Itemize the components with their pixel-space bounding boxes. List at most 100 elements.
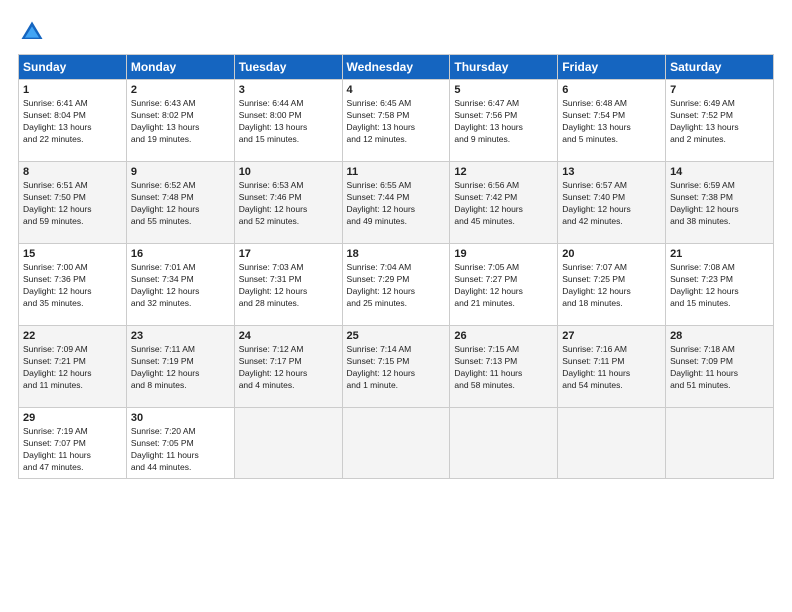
daylight-text: Daylight: 12 hours [239,368,338,380]
sunrise-text: Sunrise: 6:41 AM [23,98,122,110]
calendar-cell [558,408,666,479]
day-number: 1 [23,84,122,96]
daylight-text: Daylight: 12 hours [239,204,338,216]
sunset-text: Sunset: 7:19 PM [131,356,230,368]
cell-info: Sunrise: 6:59 AMSunset: 7:38 PMDaylight:… [670,180,769,228]
week-row: 8Sunrise: 6:51 AMSunset: 7:50 PMDaylight… [19,162,774,244]
daylight-text: Daylight: 12 hours [131,368,230,380]
cell-info: Sunrise: 7:18 AMSunset: 7:09 PMDaylight:… [670,344,769,392]
week-row: 1 Sunrise: 6:41 AMSunset: 8:04 PMDaylight… [19,80,774,162]
calendar-cell: 14 Sunrise: 6:59 AMSunset: 7:38 PMDayligh… [666,162,774,244]
col-header-sunday: Sunday [19,55,127,80]
daylight-text-cont: and 44 minutes. [131,462,230,474]
cell-info: Sunrise: 7:12 AMSunset: 7:17 PMDaylight:… [239,344,338,392]
day-number: 29 [23,412,122,424]
day-number: 15 [23,248,122,260]
calendar-cell [666,408,774,479]
col-header-monday: Monday [126,55,234,80]
daylight-text-cont: and 38 minutes. [670,216,769,228]
day-number: 18 [347,248,446,260]
sunset-text: Sunset: 8:00 PM [239,110,338,122]
day-number: 21 [670,248,769,260]
calendar-cell [342,408,450,479]
cell-info: Sunrise: 7:08 AMSunset: 7:23 PMDaylight:… [670,262,769,310]
cell-info: Sunrise: 6:49 AMSunset: 7:52 PMDaylight:… [670,98,769,146]
cell-info: Sunrise: 7:00 AMSunset: 7:36 PMDaylight:… [23,262,122,310]
daylight-text: Daylight: 12 hours [562,204,661,216]
cell-info: Sunrise: 7:15 AMSunset: 7:13 PMDaylight:… [454,344,553,392]
calendar-cell: 27Sunrise: 7:16 AMSunset: 7:11 PMDayligh… [558,326,666,408]
cell-info: Sunrise: 7:11 AMSunset: 7:19 PMDaylight:… [131,344,230,392]
sunrise-text: Sunrise: 6:49 AM [670,98,769,110]
sunrise-text: Sunrise: 7:20 AM [131,426,230,438]
calendar-cell: 8Sunrise: 6:51 AMSunset: 7:50 PMDaylight… [19,162,127,244]
sunrise-text: Sunrise: 6:48 AM [562,98,661,110]
calendar-cell: 28 Sunrise: 7:18 AMSunset: 7:09 PMDayligh… [666,326,774,408]
daylight-text: Daylight: 12 hours [347,368,446,380]
day-number: 4 [347,84,446,96]
sunrise-text: Sunrise: 7:08 AM [670,262,769,274]
daylight-text-cont: and 47 minutes. [23,462,122,474]
week-row: 29Sunrise: 7:19 AMSunset: 7:07 PMDayligh… [19,408,774,479]
calendar-cell: 5Sunrise: 6:47 AMSunset: 7:56 PMDaylight… [450,80,558,162]
cell-info: Sunrise: 7:05 AMSunset: 7:27 PMDaylight:… [454,262,553,310]
daylight-text-cont: and 21 minutes. [454,298,553,310]
daylight-text-cont: and 49 minutes. [347,216,446,228]
daylight-text: Daylight: 13 hours [454,122,553,134]
calendar-table: SundayMondayTuesdayWednesdayThursdayFrid… [18,54,774,479]
sunrise-text: Sunrise: 7:04 AM [347,262,446,274]
calendar-cell: 22Sunrise: 7:09 AMSunset: 7:21 PMDayligh… [19,326,127,408]
calendar-cell: 23Sunrise: 7:11 AMSunset: 7:19 PMDayligh… [126,326,234,408]
daylight-text: Daylight: 13 hours [562,122,661,134]
sunrise-text: Sunrise: 7:19 AM [23,426,122,438]
cell-info: Sunrise: 7:04 AMSunset: 7:29 PMDaylight:… [347,262,446,310]
col-header-saturday: Saturday [666,55,774,80]
daylight-text-cont: and 59 minutes. [23,216,122,228]
sunset-text: Sunset: 7:09 PM [670,356,769,368]
sunrise-text: Sunrise: 6:51 AM [23,180,122,192]
sunset-text: Sunset: 7:34 PM [131,274,230,286]
sunrise-text: Sunrise: 7:07 AM [562,262,661,274]
calendar-cell: 19 Sunrise: 7:05 AMSunset: 7:27 PMDayligh… [450,244,558,326]
daylight-text-cont: and 8 minutes. [131,380,230,392]
daylight-text-cont: and 52 minutes. [239,216,338,228]
daylight-text: Daylight: 11 hours [670,368,769,380]
day-number: 28 [670,330,769,342]
daylight-text: Daylight: 12 hours [670,204,769,216]
col-header-thursday: Thursday [450,55,558,80]
sunrise-text: Sunrise: 6:52 AM [131,180,230,192]
sunrise-text: Sunrise: 7:09 AM [23,344,122,356]
cell-info: Sunrise: 7:14 AMSunset: 7:15 PMDaylight:… [347,344,446,392]
cell-info: Sunrise: 7:07 AMSunset: 7:25 PMDaylight:… [562,262,661,310]
cell-info: Sunrise: 6:55 AMSunset: 7:44 PMDaylight:… [347,180,446,228]
day-number: 14 [670,166,769,178]
sunrise-text: Sunrise: 7:12 AM [239,344,338,356]
calendar-cell: 21 Sunrise: 7:08 AMSunset: 7:23 PMDayligh… [666,244,774,326]
cell-info: Sunrise: 6:41 AMSunset: 8:04 PMDaylight:… [23,98,122,146]
daylight-text-cont: and 25 minutes. [347,298,446,310]
week-row: 22Sunrise: 7:09 AMSunset: 7:21 PMDayligh… [19,326,774,408]
header-row: SundayMondayTuesdayWednesdayThursdayFrid… [19,55,774,80]
daylight-text-cont: and 35 minutes. [23,298,122,310]
sunrise-text: Sunrise: 6:57 AM [562,180,661,192]
sunset-text: Sunset: 7:27 PM [454,274,553,286]
sunrise-text: Sunrise: 6:55 AM [347,180,446,192]
sunrise-text: Sunrise: 7:14 AM [347,344,446,356]
sunrise-text: Sunrise: 7:05 AM [454,262,553,274]
daylight-text: Daylight: 13 hours [239,122,338,134]
calendar-cell: 9Sunrise: 6:52 AMSunset: 7:48 PMDaylight… [126,162,234,244]
sunrise-text: Sunrise: 6:47 AM [454,98,553,110]
sunrise-text: Sunrise: 7:18 AM [670,344,769,356]
sunset-text: Sunset: 7:36 PM [23,274,122,286]
calendar-cell: 6Sunrise: 6:48 AMSunset: 7:54 PMDaylight… [558,80,666,162]
day-number: 16 [131,248,230,260]
cell-info: Sunrise: 7:09 AMSunset: 7:21 PMDaylight:… [23,344,122,392]
daylight-text-cont: and 19 minutes. [131,134,230,146]
day-number: 13 [562,166,661,178]
col-header-wednesday: Wednesday [342,55,450,80]
daylight-text: Daylight: 12 hours [239,286,338,298]
sunset-text: Sunset: 7:42 PM [454,192,553,204]
daylight-text: Daylight: 12 hours [454,286,553,298]
daylight-text-cont: and 51 minutes. [670,380,769,392]
day-number: 19 [454,248,553,260]
